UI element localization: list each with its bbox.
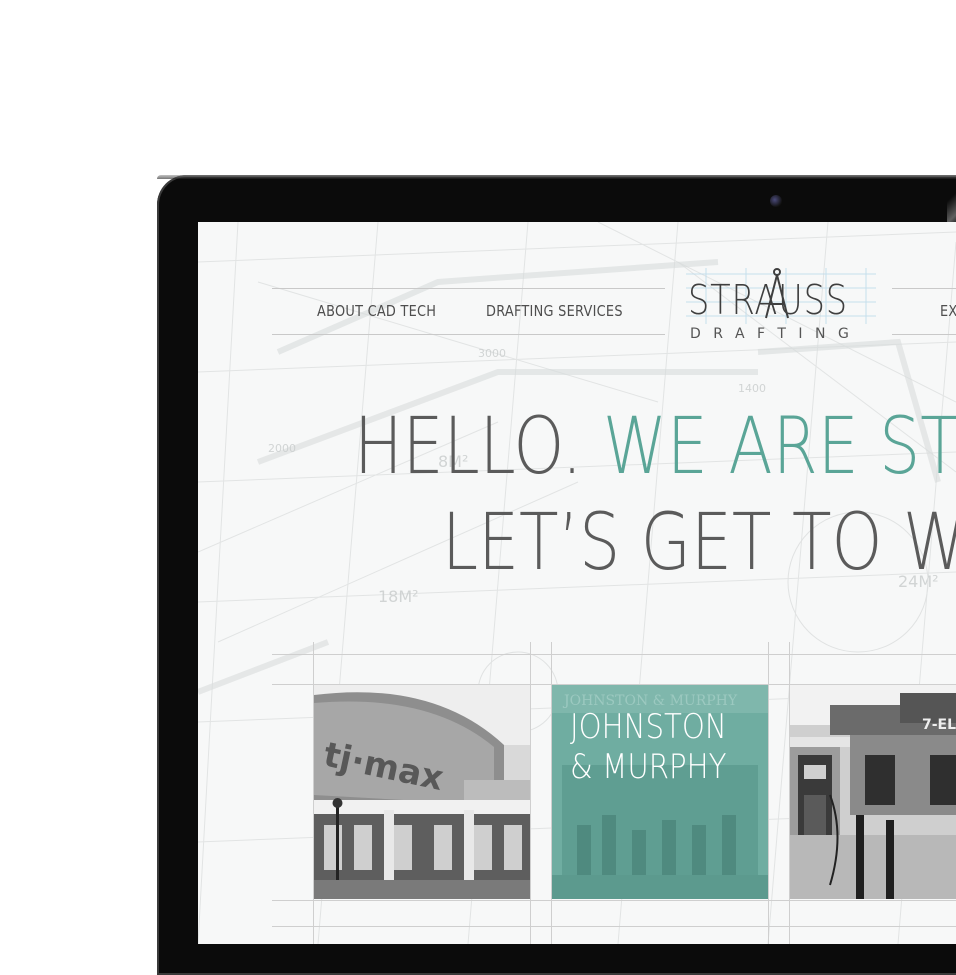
nav-bottom-rule-right: [892, 334, 956, 335]
nav-link-drafting-services[interactable]: DRAFTING SERVICES: [486, 302, 623, 320]
website-screen: 2000 3000 1400 18M² 24M² 8M² ABOUT CAD T…: [198, 222, 956, 944]
logo-subtitle: DRAFTING: [690, 326, 862, 342]
svg-text:3000: 3000: [478, 347, 506, 360]
hero-line-2: LET’S GET TO W: [442, 498, 956, 588]
nav-top-rule-left: [272, 288, 665, 289]
project-tile-seven-eleven[interactable]: 7-ELEVEN: [790, 685, 956, 899]
nav-top-rule-right: [892, 288, 956, 289]
bezel-gloss: [947, 175, 956, 223]
strauss-drafting-logo[interactable]: STRAUSS DRAFTING: [676, 266, 886, 356]
svg-text:18M²: 18M²: [378, 587, 419, 606]
svg-text:7-ELEVEN: 7-ELEVEN: [922, 717, 956, 733]
svg-text:1400: 1400: [738, 382, 766, 395]
grid-line-h-bottom: [272, 926, 956, 927]
hero-line-1: HELLO. WE ARE ST: [354, 408, 956, 486]
grid-line-h-tile-bottom: [272, 900, 956, 901]
tj-maxx-store-image: tj·max: [314, 685, 530, 899]
hero-greeting: HELLO.: [354, 402, 583, 492]
nav-link-ex-partial[interactable]: EX: [940, 302, 956, 320]
seven-eleven-store-image: 7-ELEVEN: [790, 685, 956, 899]
svg-text:2000: 2000: [268, 442, 296, 455]
grid-line-v-4: [768, 642, 769, 944]
grid-line-h-top: [272, 654, 956, 655]
nav-link-about-cad-tech[interactable]: ABOUT CAD TECH: [317, 302, 436, 320]
grid-line-v-2: [530, 642, 531, 944]
project-tile-johnston-murphy[interactable]: JOHNSTON & MURPHY JOHNSTON & MURPHY: [552, 685, 768, 899]
webcam-icon: [770, 195, 782, 207]
project-tile-tj-maxx[interactable]: tj·max: [314, 685, 530, 899]
nav-bottom-rule-left: [272, 334, 665, 335]
hero-accent-text: WE ARE ST: [602, 402, 956, 492]
logo-wordmark: STRAUSS: [688, 276, 848, 324]
tile-label-johnston-murphy: JOHNSTON & MURPHY: [570, 707, 727, 787]
